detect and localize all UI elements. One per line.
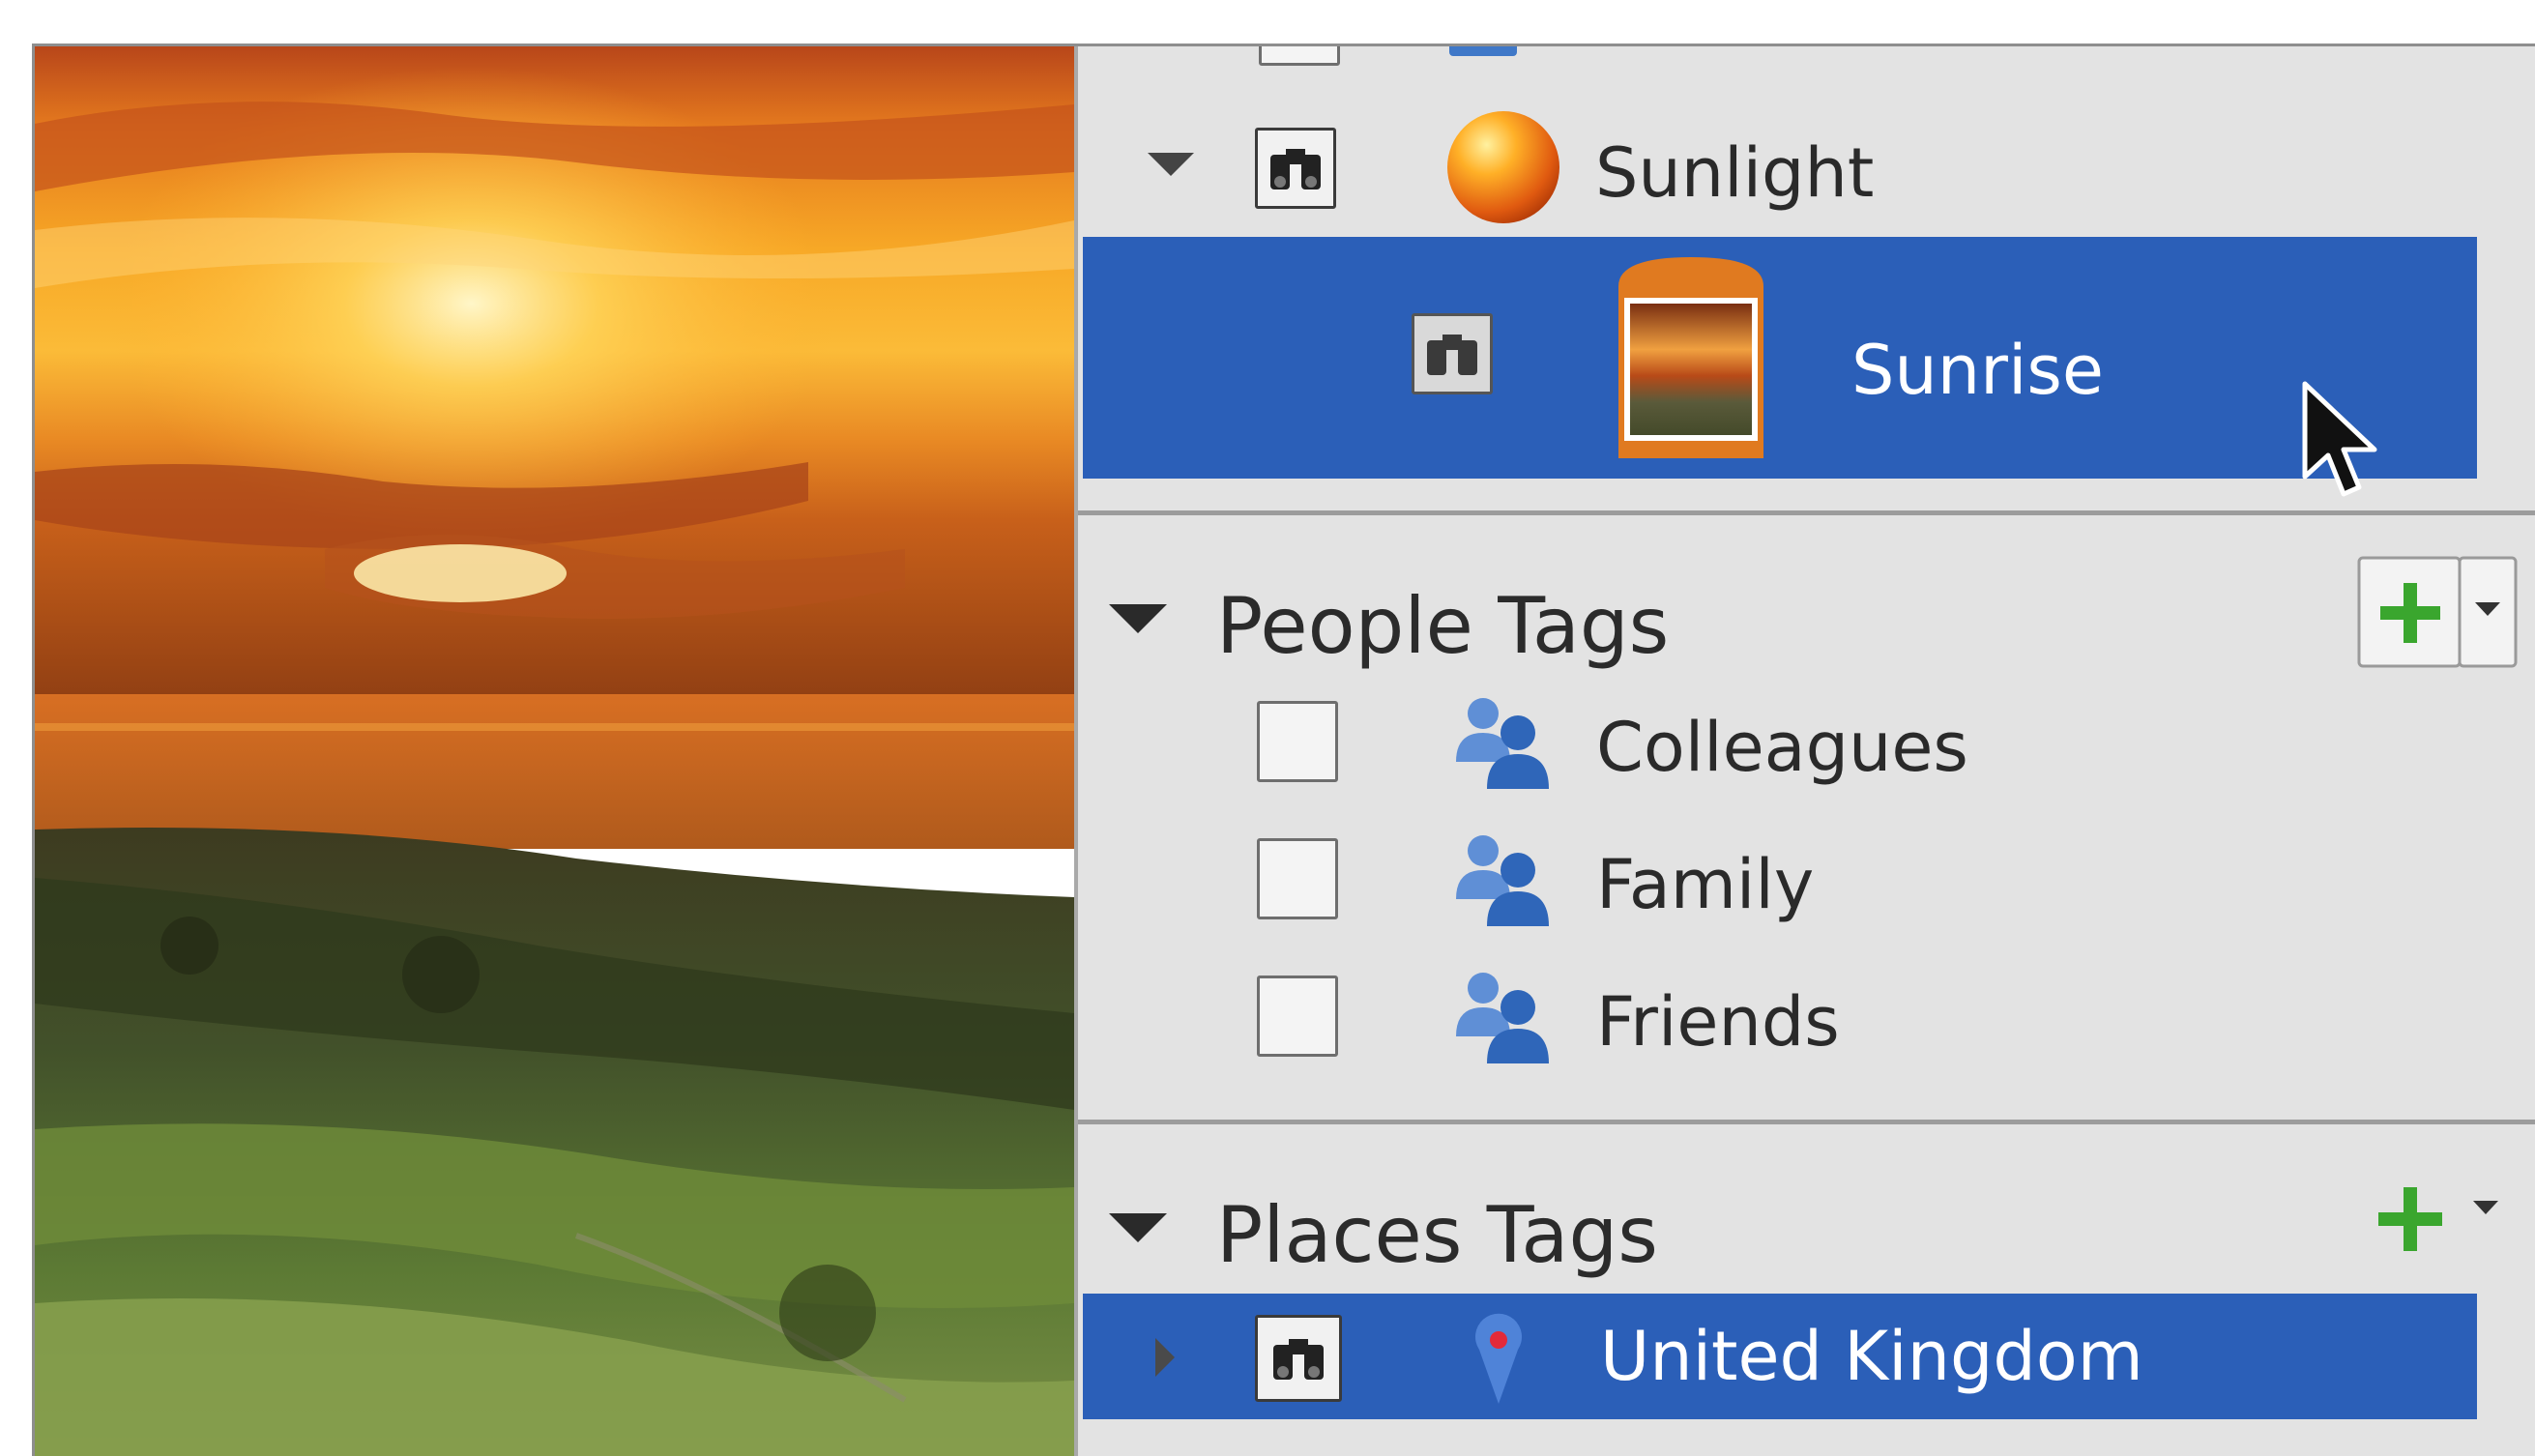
tags-panel: Sunlight Sunrise People Tags Colleagues … bbox=[1074, 46, 2535, 1456]
mouse-cursor-icon bbox=[2302, 381, 2377, 497]
tag-label-sunlight[interactable]: Sunlight bbox=[1595, 139, 1874, 207]
binoculars-icon[interactable] bbox=[1255, 128, 1336, 209]
section-title-people-tags: People Tags bbox=[1216, 581, 1670, 671]
section-divider bbox=[1078, 510, 2535, 515]
tag-label-friends[interactable]: Friends bbox=[1596, 988, 1840, 1056]
people-tag-checkbox-colleagues[interactable] bbox=[1257, 701, 1338, 782]
expand-triangle-icon[interactable] bbox=[1148, 153, 1194, 180]
tag-row-sunrise-selected[interactable] bbox=[1083, 237, 2477, 479]
binoculars-icon[interactable] bbox=[1412, 313, 1493, 394]
people-icon bbox=[1456, 835, 1549, 926]
collapse-triangle-icon[interactable] bbox=[1109, 604, 1167, 637]
people-tag-checkbox-family[interactable] bbox=[1257, 838, 1338, 919]
sunset-photo bbox=[35, 46, 1074, 1456]
place-label-united-kingdom[interactable]: United Kingdom bbox=[1600, 1323, 2143, 1390]
partial-row-tag-icon bbox=[1449, 46, 1517, 56]
add-people-tag-button[interactable] bbox=[2357, 556, 2520, 668]
partial-row-checkbox[interactable] bbox=[1259, 46, 1340, 66]
tag-label-family[interactable]: Family bbox=[1596, 851, 1814, 918]
sun-orb-icon bbox=[1447, 111, 1559, 223]
tag-label-colleagues[interactable]: Colleagues bbox=[1596, 713, 1968, 781]
tag-label-sunrise[interactable]: Sunrise bbox=[1851, 336, 2104, 404]
binoculars-icon[interactable] bbox=[1255, 1315, 1342, 1402]
add-place-tag-button[interactable] bbox=[2357, 1178, 2520, 1265]
section-title-places-tags: Places Tags bbox=[1216, 1190, 1658, 1280]
app-screen: Sunlight Sunrise People Tags Colleagues … bbox=[32, 44, 2535, 1456]
expand-arrow-icon[interactable] bbox=[1155, 1338, 1177, 1377]
section-divider bbox=[1078, 1120, 2535, 1124]
photo-thumbnail-icon bbox=[1618, 257, 1763, 458]
map-pin-icon bbox=[1475, 1313, 1522, 1404]
people-icon bbox=[1456, 698, 1549, 789]
people-icon bbox=[1456, 973, 1549, 1063]
people-tag-checkbox-friends[interactable] bbox=[1257, 976, 1338, 1057]
collapse-triangle-icon[interactable] bbox=[1109, 1213, 1167, 1246]
